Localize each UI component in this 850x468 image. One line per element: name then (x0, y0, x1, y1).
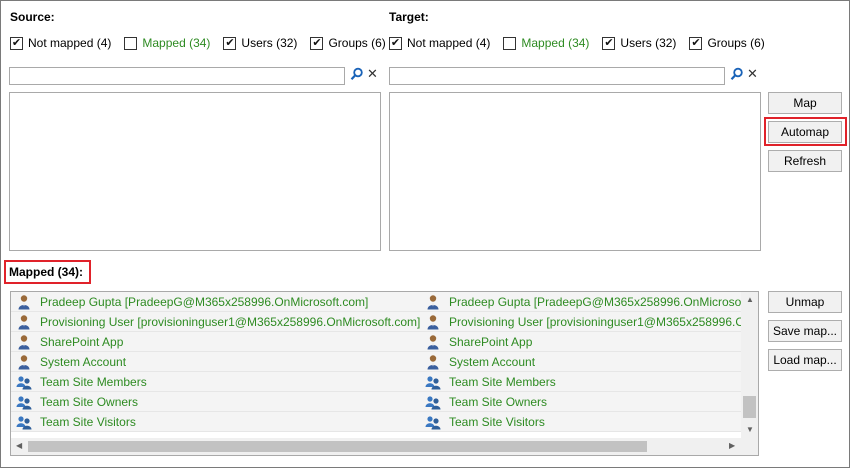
mapped-row[interactable]: Provisioning User [provisioninguser1@M36… (11, 312, 742, 332)
user-icon (427, 294, 439, 309)
mapped-list-vertical-scrollbar[interactable]: ▲ ▼ (741, 292, 758, 439)
mapped-row[interactable]: System Account System Account (11, 352, 742, 372)
source-title: Source: (10, 10, 55, 24)
mapped-row-target-text: System Account (449, 354, 536, 369)
mapped-row-target-text: Provisioning User [provisioninguser1@M36… (449, 314, 742, 329)
target-search-input[interactable] (389, 67, 725, 85)
mapped-row[interactable]: Team Site Visitors Team Site Visitors (11, 412, 742, 432)
target-filter-mapped-label[interactable]: Mapped (34) (521, 36, 589, 50)
mapped-row-target: Provisioning User [provisioninguser1@M36… (425, 312, 742, 331)
source-filter-mapped-label[interactable]: Mapped (34) (142, 36, 210, 50)
target-title: Target: (389, 10, 429, 24)
mapped-row-target: System Account (425, 352, 742, 371)
user-icon (427, 314, 439, 329)
group-icon (425, 415, 441, 429)
mapped-row-source-text: Team Site Owners (40, 394, 139, 409)
user-icon (427, 334, 439, 349)
mapped-row-source: Pradeep Gupta [PradeepG@M365x258996.OnMi… (16, 292, 421, 311)
group-icon (16, 375, 32, 389)
mapped-row[interactable]: SharePoint App SharePoint App (11, 332, 742, 352)
mapped-row-source: Team Site Visitors (16, 412, 421, 431)
mapping-dialog: Source: Not mapped (4) Mapped (34) Users… (0, 0, 850, 468)
source-filter-groups-label[interactable]: Groups (6) (328, 36, 385, 50)
mapped-list[interactable]: Pradeep Gupta [PradeepG@M365x258996.OnMi… (10, 291, 759, 456)
mapped-row-target: Team Site Members (425, 372, 742, 391)
mapped-row-source: Team Site Owners (16, 392, 421, 411)
mapped-title: Mapped (34): (9, 265, 84, 279)
scrollbar-corner (741, 438, 758, 455)
source-clear-search-icon[interactable]: ✕ (367, 67, 378, 81)
mapped-row[interactable]: Team Site Owners Team Site Owners (11, 392, 742, 412)
source-filter-users-label[interactable]: Users (32) (241, 36, 297, 50)
mapped-row-source-text: System Account (40, 354, 127, 369)
scroll-up-arrow-icon[interactable]: ▲ (746, 296, 754, 304)
mapped-row-target-text: Team Site Visitors (449, 414, 545, 429)
user-icon (18, 294, 30, 309)
group-icon (16, 415, 32, 429)
mapped-row-target-text: Team Site Owners (449, 394, 548, 409)
target-filter-not-mapped-checkbox[interactable] (389, 36, 402, 50)
target-clear-search-icon[interactable]: ✕ (747, 67, 758, 81)
mapped-row-source: Provisioning User [provisioninguser1@M36… (16, 312, 421, 331)
target-filter-groups-label[interactable]: Groups (6) (707, 36, 764, 50)
source-search-input[interactable] (9, 67, 345, 85)
user-icon (18, 354, 30, 369)
mapped-row-source: Team Site Members (16, 372, 421, 391)
mapped-row-source: SharePoint App (16, 332, 421, 351)
mapped-row[interactable]: Team Site Members Team Site Members (11, 372, 742, 392)
target-filter-not-mapped-label[interactable]: Not mapped (4) (407, 36, 490, 50)
mapped-list-vertical-scroll-thumb[interactable] (743, 396, 756, 418)
source-filter-mapped-checkbox[interactable] (124, 36, 138, 50)
group-icon (425, 375, 441, 389)
save-map-button[interactable]: Save map... (768, 320, 842, 342)
mapped-row-target: Pradeep Gupta [PradeepG@M365x258996.OnMi… (425, 292, 742, 311)
target-filters: Not mapped (4) Mapped (34) Users (32) Gr… (389, 35, 778, 51)
target-filter-groups-checkbox[interactable] (689, 36, 703, 50)
source-filter-users-checkbox[interactable] (223, 36, 237, 50)
mapped-row-target-text: Pradeep Gupta [PradeepG@M365x258996.OnMi… (449, 294, 742, 309)
source-filter-not-mapped-checkbox[interactable] (10, 36, 23, 50)
load-map-button[interactable]: Load map... (768, 349, 842, 371)
mapped-row[interactable]: Pradeep Gupta [PradeepG@M365x258996.OnMi… (11, 292, 742, 312)
mapped-row-source-text: Team Site Members (40, 374, 147, 389)
group-icon (425, 395, 441, 409)
map-button[interactable]: Map (768, 92, 842, 114)
source-filter-not-mapped-label[interactable]: Not mapped (4) (28, 36, 111, 50)
user-icon (18, 334, 30, 349)
target-search-icon[interactable] (730, 67, 744, 81)
scroll-left-arrow-icon[interactable]: ◀ (16, 442, 22, 450)
mapped-row-source-text: SharePoint App (40, 334, 124, 349)
mapped-row-source-text: Pradeep Gupta [PradeepG@M365x258996.OnMi… (40, 294, 369, 309)
scroll-right-arrow-icon[interactable]: ▶ (729, 442, 735, 450)
user-icon (427, 354, 439, 369)
mapped-row-target: Team Site Visitors (425, 412, 742, 431)
source-filters: Not mapped (4) Mapped (34) Users (32) Gr… (10, 35, 399, 51)
unmap-button[interactable]: Unmap (768, 291, 842, 313)
source-filter-groups-checkbox[interactable] (310, 36, 324, 50)
mapped-row-source-text: Team Site Visitors (40, 414, 136, 429)
automap-button[interactable]: Automap (768, 121, 842, 143)
mapped-row-target: Team Site Owners (425, 392, 742, 411)
mapped-row-source-text: Provisioning User [provisioninguser1@M36… (40, 314, 421, 329)
target-filter-mapped-checkbox[interactable] (503, 36, 517, 50)
mapped-list-horizontal-scrollbar[interactable]: ◀ ▶ (11, 438, 742, 455)
mapped-row-target: SharePoint App (425, 332, 742, 351)
scroll-down-arrow-icon[interactable]: ▼ (746, 426, 754, 434)
source-search-icon[interactable] (350, 67, 364, 81)
refresh-button[interactable]: Refresh (768, 150, 842, 172)
group-icon (16, 395, 32, 409)
target-filter-users-checkbox[interactable] (602, 36, 616, 50)
mapped-row-target-text: SharePoint App (449, 334, 533, 349)
target-filter-users-label[interactable]: Users (32) (620, 36, 676, 50)
target-list[interactable] (389, 92, 761, 251)
mapped-row-source: System Account (16, 352, 421, 371)
source-list[interactable] (9, 92, 381, 251)
user-icon (18, 314, 30, 329)
mapped-list-horizontal-scroll-thumb[interactable] (28, 441, 647, 452)
mapped-row-target-text: Team Site Members (449, 374, 556, 389)
